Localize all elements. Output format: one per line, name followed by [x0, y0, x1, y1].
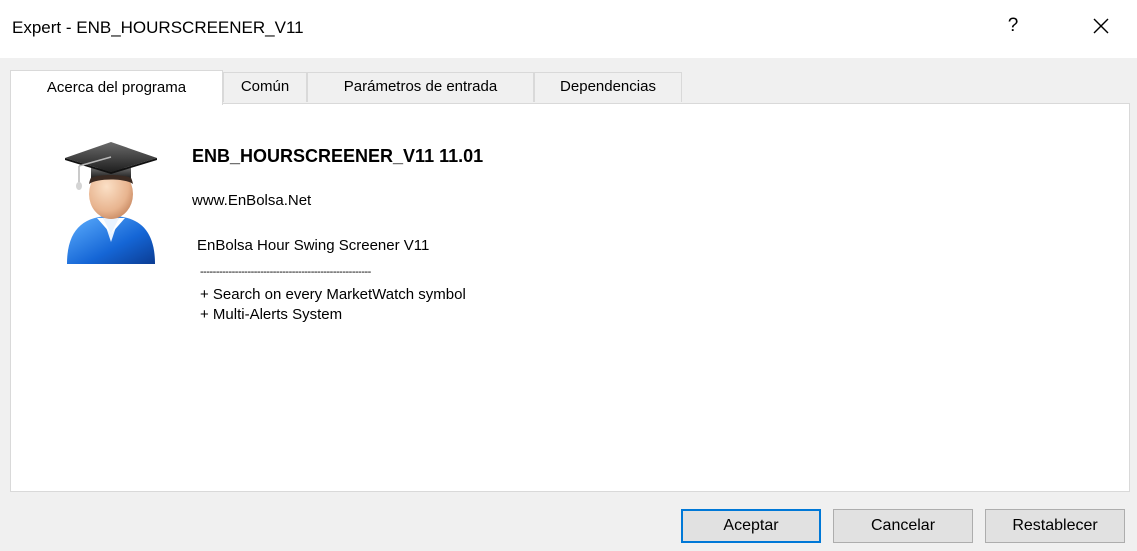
description-title: EnBolsa Hour Swing Screener V11 [197, 237, 430, 254]
graduate-avatar-icon [65, 142, 157, 264]
tab-acerca-del-programa[interactable]: Acerca del programa [10, 70, 223, 105]
feature-line: + Multi-Alerts System [200, 306, 343, 323]
feature-line: + Search on every MarketWatch symbol [200, 286, 466, 303]
reset-button[interactable]: Restablecer [985, 509, 1125, 543]
program-website: www.EnBolsa.Net [192, 192, 312, 209]
window-title: Expert - ENB_HOURSCREENER_V11 [12, 18, 304, 37]
description-separator: ----------------------------------------… [200, 266, 371, 278]
tab-parametros-de-entrada[interactable]: Parámetros de entrada [307, 72, 534, 102]
program-name: ENB_HOURSCREENER_V11 11.01 [192, 146, 484, 166]
tab-comun[interactable]: Común [223, 72, 307, 102]
about-panel: ENB_HOURSCREENER_V11 11.01 www.EnBolsa.N… [10, 103, 1130, 492]
close-button[interactable] [1083, 8, 1119, 44]
cancel-button[interactable]: Cancelar [833, 509, 973, 543]
tab-dependencias[interactable]: Dependencias [534, 72, 682, 102]
close-icon [1093, 18, 1109, 34]
help-button[interactable]: ? [996, 10, 1030, 42]
title-bar: Expert - ENB_HOURSCREENER_V11 ? [0, 0, 1137, 58]
accept-button[interactable]: Aceptar [681, 509, 821, 543]
